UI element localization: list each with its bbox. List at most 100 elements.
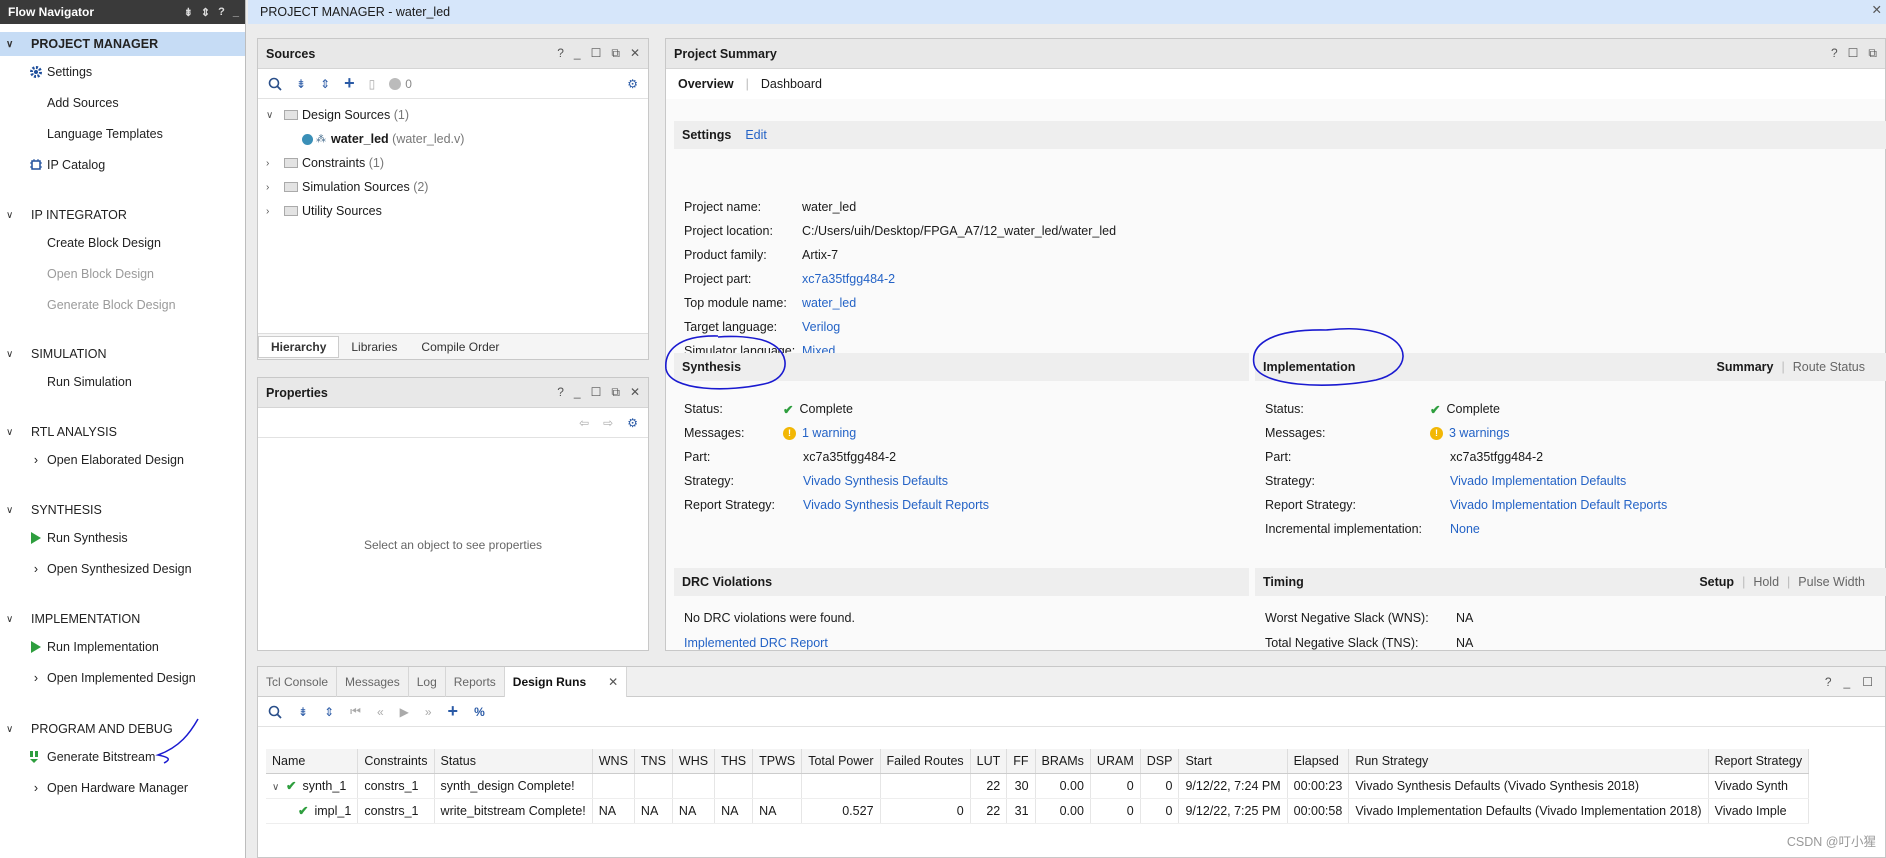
nav-section-title[interactable]: ∨ SIMULATION (0, 342, 245, 366)
chevron-down-icon[interactable]: ∨ (272, 782, 286, 793)
tab-route-status[interactable]: Route Status (1793, 360, 1865, 374)
float-icon[interactable]: ⧉ (1868, 46, 1877, 61)
drc-report-link[interactable]: Implemented DRC Report (684, 631, 828, 655)
settings-value[interactable]: water_led (802, 291, 856, 315)
nav-section-title[interactable]: ∨ IP INTEGRATOR (0, 203, 245, 227)
tab-log[interactable]: Log (409, 666, 446, 697)
float-icon[interactable]: ⧉ (611, 46, 620, 61)
maximize-icon[interactable]: ☐ (1862, 675, 1873, 689)
column-header[interactable]: WNS (592, 749, 635, 774)
column-header[interactable]: DSP (1140, 749, 1180, 774)
impl-messages[interactable]: ! 3 warnings (1430, 421, 1509, 445)
settings-value[interactable]: Verilog (802, 315, 840, 339)
nav-item-add-sources[interactable]: Add Sources (0, 87, 245, 118)
impl-strategy-link[interactable]: Vivado Implementation Defaults (1450, 469, 1626, 493)
close-icon[interactable]: ✕ (608, 675, 618, 689)
back-arrow-icon[interactable]: ⇦ (579, 416, 589, 430)
search-icon[interactable] (268, 77, 282, 91)
column-header[interactable]: LUT (970, 749, 1008, 774)
nav-section-title[interactable]: ∨ IMPLEMENTATION (0, 607, 245, 631)
column-header[interactable]: Run Strategy (1348, 749, 1709, 774)
chevron-down-icon[interactable]: ∨ (6, 505, 20, 516)
tab-dashboard[interactable]: Dashboard (761, 77, 822, 91)
nav-item-open-synthesized-design[interactable]: › Open Synthesized Design (0, 553, 245, 584)
tab-pulse-width[interactable]: Pulse Width (1798, 575, 1865, 589)
help-icon[interactable]: ? (1831, 46, 1838, 61)
maximize-icon[interactable]: ☐ (591, 46, 602, 61)
chevron-right-icon[interactable]: › (26, 562, 46, 576)
nav-section-title[interactable]: ∨ SYNTHESIS (0, 498, 245, 522)
nav-item-run-simulation[interactable]: Run Simulation (0, 366, 245, 397)
nav-item-ip-catalog[interactable]: IP Catalog (0, 149, 245, 180)
chevron-down-icon[interactable]: ∨ (266, 110, 280, 121)
tab-summary[interactable]: Summary (1717, 360, 1774, 374)
gear-icon[interactable]: ⚙ (627, 416, 638, 430)
edit-settings-link[interactable]: Edit (745, 128, 767, 142)
close-icon[interactable]: ✕ (630, 385, 640, 400)
close-icon[interactable]: ✕ (1872, 2, 1882, 17)
add-icon[interactable]: + (448, 701, 459, 722)
column-header[interactable]: Status (434, 749, 593, 774)
help-icon[interactable]: ? (557, 385, 564, 400)
minimize-icon[interactable]: _ (574, 46, 581, 61)
column-header[interactable]: WHS (672, 749, 716, 774)
tree-row-utility-sources[interactable]: › Utility Sources (266, 199, 640, 223)
collapse-all-icon[interactable]: ⇟ (296, 77, 306, 91)
tab-compile-order[interactable]: Compile Order (409, 336, 511, 358)
minimize-icon[interactable]: _ (1844, 675, 1851, 689)
chevron-down-icon[interactable]: ∨ (6, 210, 20, 221)
chevron-right-icon[interactable]: › (266, 182, 280, 193)
expand-all-icon[interactable]: ⇕ (201, 6, 210, 19)
tab-design-runs[interactable]: Design Runs ✕ (504, 666, 628, 697)
nav-item-open-elaborated-design[interactable]: › Open Elaborated Design (0, 444, 245, 475)
tab-libraries[interactable]: Libraries (339, 336, 409, 358)
nav-item-language-templates[interactable]: Language Templates (0, 118, 245, 149)
chevron-down-icon[interactable]: ∨ (6, 39, 20, 50)
chevron-down-icon[interactable]: ∨ (6, 427, 20, 438)
maximize-icon[interactable]: ☐ (591, 385, 602, 400)
forward-arrow-icon[interactable]: ⇨ (603, 416, 613, 430)
chevron-right-icon[interactable]: › (26, 671, 46, 685)
nav-item-settings[interactable]: Settings (0, 56, 245, 87)
column-header[interactable]: FF (1006, 749, 1036, 774)
tab-overview[interactable]: Overview (678, 77, 734, 91)
document-icon[interactable]: ▯ (369, 77, 376, 91)
percent-icon[interactable]: % (474, 705, 485, 719)
tree-row-design-sources[interactable]: ∨ Design Sources (1) (266, 103, 640, 127)
impl-report-link[interactable]: Vivado Implementation Default Reports (1450, 493, 1667, 517)
nav-item-run-synthesis[interactable]: Run Synthesis (0, 522, 245, 553)
chevron-right-icon[interactable]: › (26, 781, 46, 795)
nav-item-open-hardware-manager[interactable]: › Open Hardware Manager (0, 772, 245, 803)
column-header[interactable]: Name (266, 749, 359, 774)
column-header[interactable]: BRAMs (1035, 749, 1091, 774)
expand-all-icon[interactable]: ⇕ (324, 705, 334, 719)
nav-item-create-block-design[interactable]: Create Block Design (0, 227, 245, 258)
column-header[interactable]: Constraints (357, 749, 435, 774)
tree-row-constraints[interactable]: › Constraints (1) (266, 151, 640, 175)
column-header[interactable]: Report Strategy (1708, 749, 1810, 774)
settings-value[interactable]: xc7a35tfgg484-2 (802, 267, 895, 291)
impl-incremental-link[interactable]: None (1450, 517, 1480, 541)
synthesis-messages[interactable]: ! 1 warning (783, 421, 856, 445)
table-row[interactable]: ✔ impl_1 constrs_1 write_bitstream Complete… (266, 798, 1810, 824)
table-row[interactable]: ∨ ✔ synth_1 constrs_1 synth_design Complete!… (266, 773, 1810, 799)
column-header[interactable]: THS (714, 749, 754, 774)
column-header[interactable]: TPWS (752, 749, 803, 774)
help-icon[interactable]: ? (557, 46, 564, 61)
chevron-down-icon[interactable]: ∨ (6, 614, 20, 625)
collapse-all-icon[interactable]: ⇟ (184, 6, 193, 19)
chevron-down-icon[interactable]: ∨ (6, 349, 20, 360)
tab-hierarchy[interactable]: Hierarchy (258, 335, 340, 358)
nav-item-open-implemented-design[interactable]: › Open Implemented Design (0, 662, 245, 693)
minimize-icon[interactable]: _ (574, 385, 581, 400)
chevron-right-icon[interactable]: › (26, 453, 46, 467)
minimize-icon[interactable]: _ (233, 6, 239, 19)
tab-tcl-console[interactable]: Tcl Console (258, 666, 338, 697)
gear-icon[interactable]: ⚙ (627, 77, 638, 91)
chevron-right-icon[interactable]: › (266, 158, 280, 169)
tab-hold[interactable]: Hold (1753, 575, 1779, 589)
help-icon[interactable]: ? (1825, 675, 1832, 689)
collapse-all-icon[interactable]: ⇟ (298, 705, 308, 719)
nav-item-run-implementation[interactable]: Run Implementation (0, 631, 245, 662)
close-icon[interactable]: ✕ (630, 46, 640, 61)
